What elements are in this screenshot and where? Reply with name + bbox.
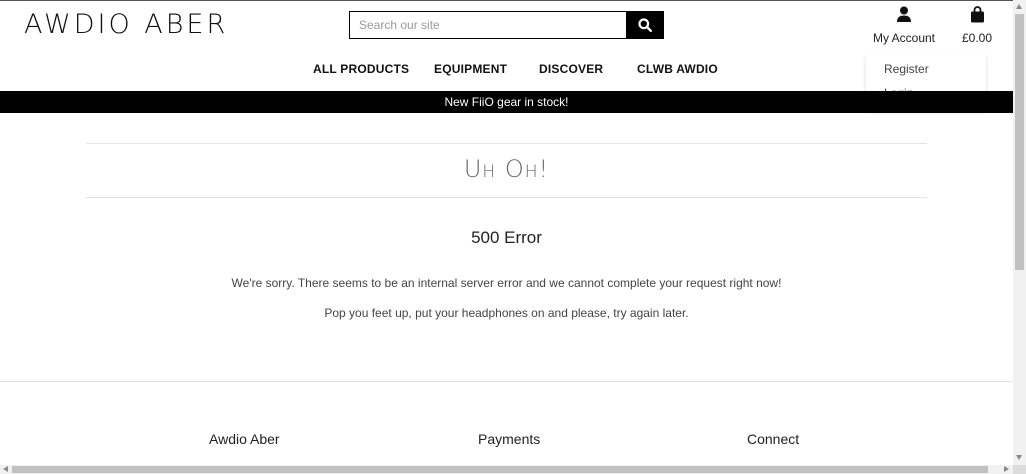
error-heading: 500 Error <box>471 228 542 247</box>
scroll-left-arrow-icon[interactable] <box>3 466 8 472</box>
vertical-scrollbar[interactable] <box>1013 0 1026 465</box>
promo-banner: New FiiO gear in stock! <box>0 91 1013 113</box>
my-account-link[interactable]: My Account <box>872 6 936 45</box>
vertical-scroll-thumb[interactable] <box>1015 14 1024 270</box>
my-account-label: My Account <box>872 31 936 45</box>
promo-banner-text[interactable]: New FiiO gear in stock! <box>444 95 568 109</box>
nav-discover[interactable]: DISCOVER <box>539 62 603 76</box>
horizontal-scroll-thumb[interactable] <box>12 466 988 473</box>
title-divider-top <box>86 143 927 144</box>
error-message: We're sorry. There seems to be an intern… <box>231 276 782 290</box>
footer-heading-payments: Payments <box>478 431 541 447</box>
cart-total: £0.00 <box>961 31 993 45</box>
footer-heading-awdio-aber: Awdio Aber <box>209 431 280 447</box>
error-suggestion: Pop you feet up, put your headphones on … <box>324 306 689 320</box>
search-icon <box>638 18 652 32</box>
nav-clwb-awdio[interactable]: CLWB AWDIO <box>637 62 718 76</box>
footer-heading-connect: Connect <box>747 431 800 447</box>
search-form <box>349 11 664 39</box>
scroll-up-arrow-icon[interactable] <box>1016 4 1022 9</box>
register-link[interactable]: Register <box>884 62 929 76</box>
horizontal-scrollbar[interactable] <box>0 465 1013 474</box>
nav-all-products[interactable]: ALL PRODUCTS <box>313 62 409 76</box>
scroll-down-arrow-icon[interactable] <box>1016 455 1022 460</box>
scrollbar-corner <box>1013 465 1026 474</box>
scroll-right-arrow-icon[interactable] <box>1004 466 1009 472</box>
site-logo[interactable]: AWDIO ABER <box>24 9 228 40</box>
footer-divider <box>0 381 1013 382</box>
user-icon <box>897 6 911 22</box>
shopping-bag-icon <box>970 6 984 23</box>
title-divider-bottom <box>86 197 927 198</box>
search-button[interactable] <box>626 11 664 39</box>
nav-equipment[interactable]: EQUIPMENT <box>434 62 507 76</box>
cart-link[interactable]: £0.00 <box>956 6 998 45</box>
page-title: Uh Oh! <box>463 155 550 183</box>
search-input[interactable] <box>349 11 627 39</box>
